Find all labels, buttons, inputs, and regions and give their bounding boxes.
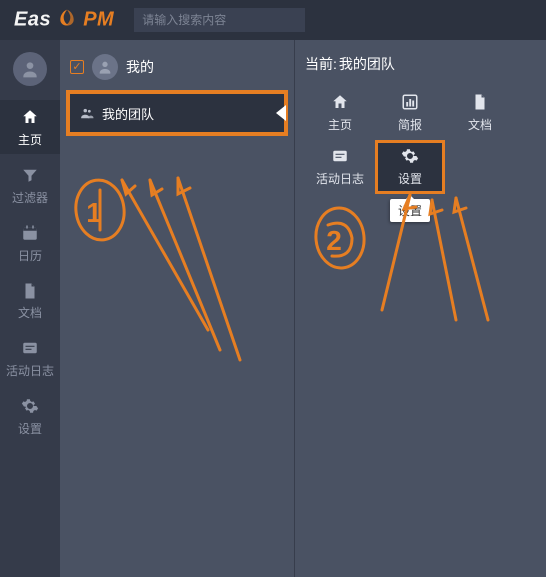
chart-icon: [401, 93, 419, 112]
search-input[interactable]: [134, 8, 305, 32]
team-item-label: 我的团队: [102, 104, 154, 123]
logo-part-2: PM: [83, 9, 114, 31]
rail-item-doc[interactable]: 文档: [0, 274, 60, 328]
doc-icon: [0, 282, 60, 301]
current-context: 当前: 我的团队: [305, 54, 536, 74]
log-icon: [0, 339, 60, 358]
rail-item-label: 文档: [18, 306, 42, 320]
calendar-icon: [0, 224, 60, 243]
log-icon: [331, 147, 349, 166]
tile-briefing[interactable]: 简报: [375, 86, 445, 140]
tile-label: 主页: [328, 116, 352, 133]
leaf-icon: [51, 9, 83, 31]
home-icon: [331, 93, 349, 112]
rail-item-label: 设置: [18, 422, 42, 436]
tile-log[interactable]: 活动日志: [305, 140, 375, 194]
avatar[interactable]: [13, 52, 47, 86]
rail-item-calendar[interactable]: 日历: [0, 216, 60, 270]
panel-right: 当前: 我的团队 主页 简报 文档 活动日志 设置 设置: [294, 40, 546, 577]
checkbox-icon[interactable]: ✓: [70, 60, 84, 74]
gear-icon: [0, 397, 60, 416]
rail-item-label: 日历: [18, 249, 42, 263]
current-value: 我的团队: [339, 54, 395, 74]
rail-item-home[interactable]: 主页: [0, 100, 60, 154]
avatar-icon: [92, 54, 118, 80]
tile-label: 活动日志: [316, 170, 364, 187]
panel-mid: ✓ 我的 我的团队: [60, 40, 294, 577]
home-icon: [0, 108, 60, 127]
left-rail: 主页 过滤器 日历 文档 活动日志 设置: [0, 40, 60, 577]
caret-right-icon: [276, 105, 286, 121]
rail-item-label: 主页: [18, 133, 42, 147]
panel-title: 我的: [126, 57, 154, 77]
group-icon: [80, 105, 94, 121]
tile-label: 设置: [398, 170, 422, 187]
rail-item-log[interactable]: 活动日志: [0, 331, 60, 385]
tile-label: 简报: [398, 116, 422, 133]
logo: Eas PM: [14, 8, 114, 32]
logo-part-1: Eas: [14, 9, 51, 31]
rail-item-filter[interactable]: 过滤器: [0, 158, 60, 212]
filter-icon: [0, 166, 60, 185]
tile-home[interactable]: 主页: [305, 86, 375, 140]
panel-head: ✓ 我的: [60, 54, 294, 90]
tile-doc[interactable]: 文档: [445, 86, 515, 140]
doc-icon: [471, 93, 489, 112]
team-item-my-team[interactable]: 我的团队: [66, 90, 288, 136]
rail-item-settings[interactable]: 设置: [0, 389, 60, 443]
tile-settings[interactable]: 设置 设置: [375, 140, 445, 194]
tiles: 主页 简报 文档 活动日志 设置 设置: [305, 86, 536, 194]
rail-item-label: 活动日志: [6, 364, 54, 378]
tile-label: 文档: [468, 116, 492, 133]
topbar: Eas PM: [0, 0, 546, 40]
gear-icon: [401, 147, 419, 166]
current-prefix: 当前:: [305, 54, 337, 74]
rail-item-label: 过滤器: [12, 191, 48, 205]
tooltip: 设置: [390, 199, 430, 222]
